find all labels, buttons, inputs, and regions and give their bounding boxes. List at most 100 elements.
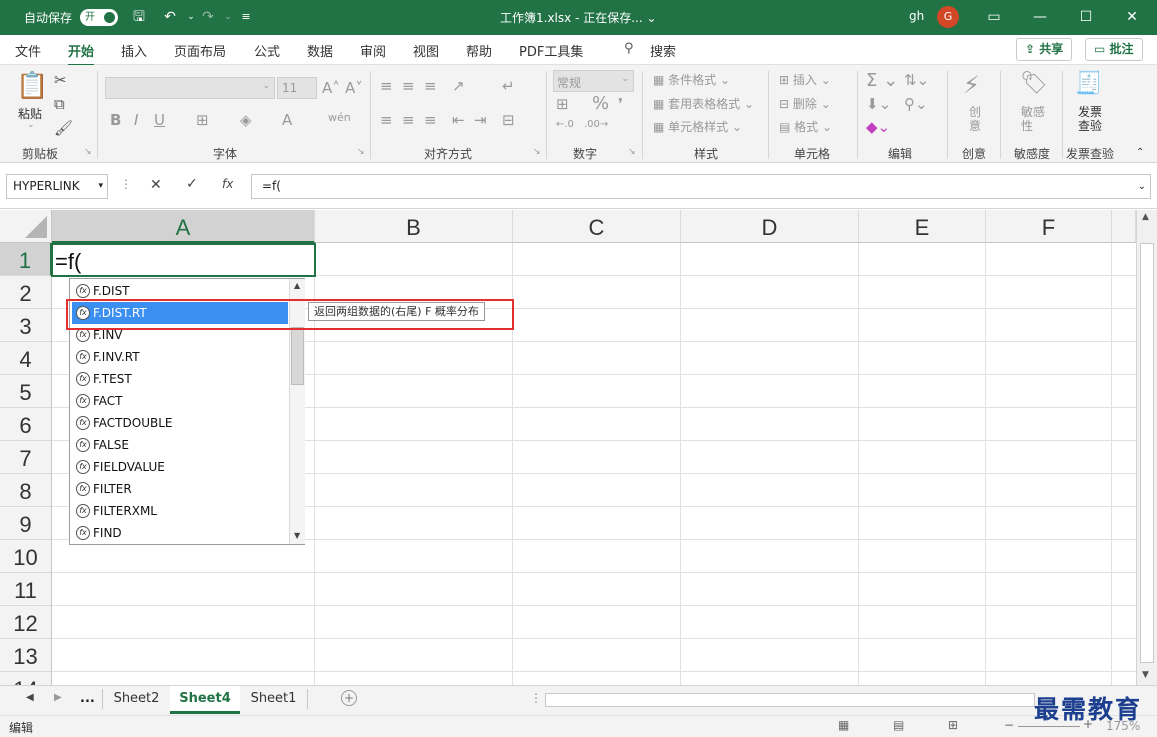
redo-icon[interactable]: ↷ xyxy=(198,7,218,27)
row-header-1[interactable]: 1 xyxy=(0,243,52,276)
page-layout-view-icon[interactable]: ▤ xyxy=(893,718,904,732)
sort-filter-icon[interactable]: ⇅⌄ xyxy=(904,71,929,89)
redo-dropdown-icon[interactable]: ⌄ xyxy=(218,7,238,27)
sheet-tab-sheet1[interactable]: Sheet1 xyxy=(240,686,307,714)
align-left-icon[interactable]: ≡ xyxy=(380,111,393,129)
number-launcher-icon[interactable]: ↘ xyxy=(628,147,636,157)
align-right-icon[interactable]: ≡ xyxy=(424,111,437,129)
share-button[interactable]: ⇪ 共享 xyxy=(1016,38,1073,61)
tab-pdf-tools[interactable]: PDF工具集 xyxy=(519,41,583,60)
insert-function-icon[interactable]: fx xyxy=(222,177,233,191)
autocomplete-item[interactable]: fx FIELDVALUE xyxy=(72,456,288,478)
format-as-table-button[interactable]: ▦ 套用表格格式 ⌄ xyxy=(653,95,754,112)
tab-view[interactable]: 视图 xyxy=(413,41,439,60)
minimize-icon[interactable]: — xyxy=(1017,0,1063,35)
row-header-14[interactable]: 14 xyxy=(0,672,52,685)
autosum-icon[interactable]: Σ ⌄ xyxy=(866,70,898,91)
italic-icon[interactable]: I xyxy=(134,111,138,129)
autocomplete-item[interactable]: fx FIND xyxy=(72,522,288,544)
decrease-indent-icon[interactable]: ⇤ xyxy=(452,111,465,129)
prev-sheet-icon[interactable]: ◀ xyxy=(26,692,34,703)
row-header-6[interactable]: 6 xyxy=(0,408,52,441)
autocomplete-item[interactable]: fx FACTDOUBLE xyxy=(72,412,288,434)
scroll-down-icon[interactable]: ▼ xyxy=(1142,670,1149,680)
tab-formulas[interactable]: 公式 xyxy=(254,41,280,60)
active-cell-a1[interactable]: =f( xyxy=(51,243,316,277)
scrollbar-thumb[interactable] xyxy=(291,327,304,385)
undo-icon[interactable]: ↶ xyxy=(160,7,180,27)
comments-button[interactable]: ▭ 批注 xyxy=(1085,38,1143,61)
tab-page-layout[interactable]: 页面布局 xyxy=(174,41,226,60)
font-launcher-icon[interactable]: ↘ xyxy=(357,147,365,157)
fill-icon[interactable]: ⬇⌄ xyxy=(866,95,891,113)
sensitivity-button[interactable]: 敏感性 xyxy=(1021,105,1047,133)
autocomplete-item[interactable]: fx F.INV.RT xyxy=(72,346,288,368)
scrollbar-thumb[interactable] xyxy=(1140,243,1154,663)
fill-color-icon[interactable]: ◈ xyxy=(240,111,252,129)
paste-icon[interactable]: 📋 xyxy=(16,71,48,101)
row-header-4[interactable]: 4 xyxy=(0,342,52,375)
tab-file[interactable]: 文件 xyxy=(15,41,41,60)
column-header-a[interactable]: A xyxy=(52,210,315,243)
accounting-format-icon[interactable]: ⊞ xyxy=(556,95,569,113)
wrap-text-icon[interactable]: ↵ xyxy=(502,77,515,95)
cut-icon[interactable]: ✂ xyxy=(54,71,67,89)
customize-toolbar-icon[interactable]: ≡ xyxy=(236,7,256,27)
user-name[interactable]: gh xyxy=(909,9,924,23)
tab-data[interactable]: 数据 xyxy=(307,41,333,60)
column-header-d[interactable]: D xyxy=(681,210,859,243)
tab-review[interactable]: 审阅 xyxy=(360,41,386,60)
creativity-button[interactable]: 创意 xyxy=(969,105,981,133)
save-icon[interactable]: 🖫 xyxy=(129,7,149,27)
sheet-tab-sheet2[interactable]: Sheet2 xyxy=(103,686,170,714)
row-header-2[interactable]: 2 xyxy=(0,276,52,309)
autosave-toggle[interactable]: 开 xyxy=(80,9,118,26)
invoice-check-icon[interactable]: 🧾 xyxy=(1075,71,1102,96)
format-painter-icon[interactable]: 🖌 xyxy=(54,119,73,137)
column-header-c[interactable]: C xyxy=(513,210,681,243)
tab-home[interactable]: 开始 xyxy=(68,41,95,67)
clear-icon[interactable]: ◆⌄ xyxy=(866,118,890,136)
row-header-7[interactable]: 7 xyxy=(0,441,52,474)
zoom-out-icon[interactable]: − xyxy=(1004,718,1014,732)
increase-indent-icon[interactable]: ⇥ xyxy=(474,111,487,129)
add-sheet-icon[interactable]: + xyxy=(341,690,357,706)
horizontal-scrollbar[interactable] xyxy=(545,693,1035,707)
next-sheet-icon[interactable]: ▶ xyxy=(54,692,62,703)
increase-decimal-icon[interactable]: ←.0 xyxy=(556,119,574,130)
cell-styles-button[interactable]: ▦ 单元格样式 ⌄ xyxy=(653,118,742,135)
maximize-icon[interactable]: ☐ xyxy=(1063,0,1109,35)
page-break-view-icon[interactable]: ⊞ xyxy=(948,718,958,732)
ribbon-display-icon[interactable]: ▭ xyxy=(971,0,1017,35)
expand-formula-icon[interactable]: ⌄ xyxy=(1138,175,1146,198)
borders-icon[interactable]: ⊞ xyxy=(196,111,209,129)
collapse-ribbon-icon[interactable]: ⌃ xyxy=(1136,147,1144,158)
number-format-dropdown[interactable]: 常规 ⌄ xyxy=(553,70,634,92)
delete-cells-button[interactable]: ⊟ 删除 ⌄ xyxy=(779,95,831,112)
tab-split-icon[interactable]: ⋮ xyxy=(530,691,542,705)
avatar[interactable]: G xyxy=(937,6,959,28)
percent-icon[interactable]: % xyxy=(592,93,609,114)
decrease-decimal-icon[interactable]: .00→ xyxy=(584,119,608,130)
insert-cells-button[interactable]: ⊞ 插入 ⌄ xyxy=(779,71,831,88)
row-header-9[interactable]: 9 xyxy=(0,507,52,540)
copy-icon[interactable]: ⧉ xyxy=(54,95,65,113)
row-header-3[interactable]: 3 xyxy=(0,309,52,342)
align-center-icon[interactable]: ≡ xyxy=(402,111,415,129)
increase-font-icon[interactable]: A˄ xyxy=(322,79,340,97)
decrease-font-icon[interactable]: A˅ xyxy=(345,79,363,97)
bold-icon[interactable]: B xyxy=(110,111,121,129)
creativity-icon[interactable]: ⚡ xyxy=(963,71,980,99)
invoice-check-button[interactable]: 发票查验 xyxy=(1078,105,1104,133)
alignment-launcher-icon[interactable]: ↘ xyxy=(533,147,541,157)
column-header-b[interactable]: B xyxy=(315,210,513,243)
select-all-button[interactable] xyxy=(0,210,52,243)
format-cells-button[interactable]: ▤ 格式 ⌄ xyxy=(779,118,832,135)
row-header-10[interactable]: 10 xyxy=(0,540,52,573)
merge-center-icon[interactable]: ⊟ xyxy=(502,111,515,129)
enter-icon[interactable]: ✓ xyxy=(186,176,198,192)
sheet-tab-sheet4[interactable]: Sheet4 xyxy=(170,686,240,714)
conditional-formatting-button[interactable]: ▦ 条件格式 ⌄ xyxy=(653,71,730,88)
align-bottom-icon[interactable]: ≡ xyxy=(424,77,437,95)
align-top-icon[interactable]: ≡ xyxy=(380,77,393,95)
